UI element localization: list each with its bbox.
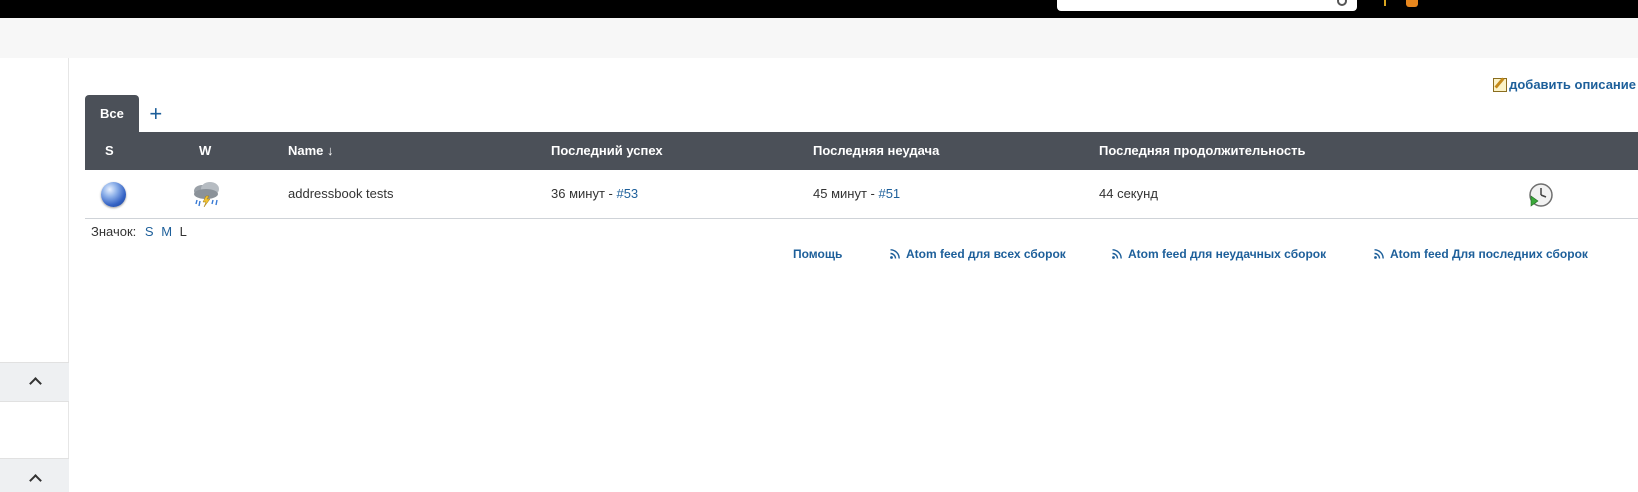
tab-all[interactable]: Все: [85, 95, 139, 132]
last-failure-cell: 45 минут - #51: [813, 170, 900, 218]
last-failure-separator: -: [866, 186, 879, 201]
tab-all-label: Все: [100, 106, 124, 121]
help-link-label: Помощь: [793, 247, 843, 261]
user-icon[interactable]: [1384, 0, 1386, 6]
table-header: S W Name ↓ Последний успех Последняя неу…: [85, 132, 1638, 170]
feed-all-link[interactable]: Atom feed для всех сборок: [890, 247, 1066, 261]
feed-all-label: Atom feed для всех сборок: [906, 247, 1066, 261]
add-description-link[interactable]: добавить описание: [1493, 77, 1636, 92]
last-duration-cell: 44 секунд: [1099, 186, 1158, 201]
icon-size-medium[interactable]: M: [161, 224, 172, 239]
column-name[interactable]: Name ↓: [288, 132, 334, 170]
jobs-table: S W Name ↓ Последний успех Последняя неу…: [85, 132, 1638, 219]
top-header: [0, 0, 1638, 18]
feed-failed-label: Atom feed для неудачных сборок: [1128, 247, 1327, 261]
sidebar-panel-executors[interactable]: [0, 458, 69, 492]
feed-links: Помощь Atom feed для всех сборок Atom fe…: [0, 247, 1638, 267]
last-failure-build-link[interactable]: #51: [878, 186, 900, 201]
column-last-duration[interactable]: Последняя продолжительность: [1099, 132, 1306, 170]
job-name-link[interactable]: addressbook tests: [288, 170, 394, 218]
view-tabs: Все +: [85, 95, 173, 132]
blue-ball-success-icon[interactable]: [101, 182, 126, 207]
thunderstorm-weather-icon[interactable]: [191, 179, 223, 209]
rss-feed-icon: [890, 249, 900, 259]
column-status[interactable]: S: [105, 132, 114, 170]
feed-latest-label: Atom feed Для последних сборок: [1390, 247, 1588, 261]
last-success-build-link[interactable]: #53: [616, 186, 638, 201]
help-link[interactable]: Помощь: [793, 247, 842, 261]
icon-size-small[interactable]: S: [145, 224, 154, 239]
notification-icon[interactable]: [1406, 0, 1418, 7]
rss-feed-icon: [1374, 249, 1384, 259]
sidebar: [0, 58, 69, 492]
rss-feed-icon: [1112, 249, 1122, 259]
sidebar-panel-build-queue[interactable]: [0, 362, 69, 402]
column-weather[interactable]: W: [199, 132, 211, 170]
schedule-build-icon[interactable]: [1528, 182, 1554, 208]
search-icon: [1337, 0, 1347, 6]
breadcrumb: [0, 18, 1638, 58]
column-last-success[interactable]: Последний успех: [551, 132, 663, 170]
icon-size-label: Значок:: [91, 224, 137, 239]
add-description-label: добавить описание: [1509, 77, 1636, 92]
table-row: addressbook tests 36 минут - #53 45 мину…: [85, 170, 1638, 219]
chevron-up-icon[interactable]: [29, 474, 42, 487]
last-success-separator: -: [604, 186, 617, 201]
feed-failed-link[interactable]: Atom feed для неудачных сборок: [1112, 247, 1326, 261]
column-last-failure[interactable]: Последняя неудача: [813, 132, 939, 170]
search-input[interactable]: [1057, 0, 1357, 11]
icon-size-selector: Значок: S M L: [91, 224, 187, 239]
feed-latest-link[interactable]: Atom feed Для последних сборок: [1374, 247, 1588, 261]
add-view-button[interactable]: +: [139, 95, 173, 132]
chevron-up-icon[interactable]: [29, 377, 42, 390]
last-success-cell: 36 минут - #53: [551, 170, 638, 218]
icon-size-large: L: [179, 224, 187, 239]
last-failure-time: 45 минут: [813, 186, 867, 201]
last-success-time: 36 минут: [551, 186, 605, 201]
edit-description-icon: [1493, 77, 1508, 92]
